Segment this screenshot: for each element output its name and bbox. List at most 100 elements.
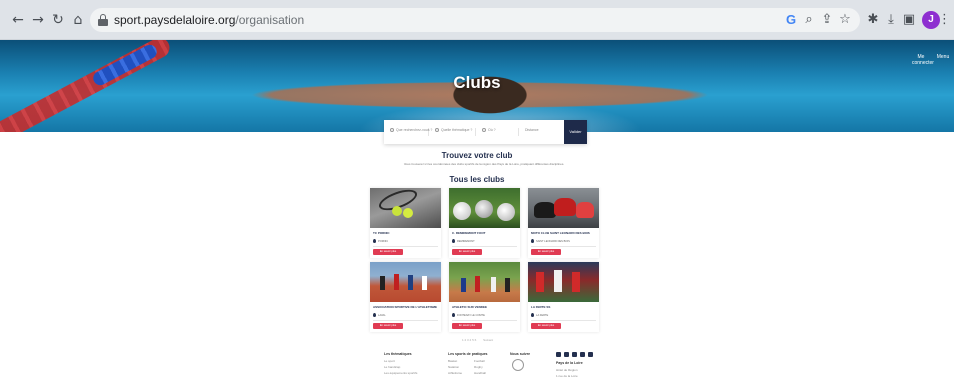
divider <box>531 320 596 321</box>
forward-icon[interactable]: → <box>30 12 46 28</box>
club-card[interactable]: C. REMIREMONT FOOT REMIREMONT En savoir … <box>449 188 520 258</box>
search-submit-button[interactable]: Valider <box>564 120 587 144</box>
more-button[interactable]: En savoir plus <box>452 323 482 329</box>
search-icon <box>390 128 394 133</box>
twitter-icon[interactable] <box>564 352 569 357</box>
club-location: SAINT LEONARD DES BOIS <box>536 240 570 243</box>
footer-link[interactable]: Handball <box>474 371 486 375</box>
search-distance-field[interactable]: Distance <box>519 128 564 136</box>
extensions-icon[interactable]: ✱ <box>864 11 882 29</box>
page-link[interactable]: 4 <box>470 338 472 342</box>
club-card[interactable]: LA FERTE SS LA FERTE En savoir plus <box>528 262 599 332</box>
next-page-link[interactable]: Suivant <box>483 338 493 342</box>
menu-link[interactable]: Menu <box>936 54 950 60</box>
reload-icon[interactable]: ↻ <box>50 12 66 28</box>
divider <box>452 246 517 247</box>
star-icon[interactable]: ☆ <box>836 11 854 29</box>
club-name: ASSOCIATION SPORTIVE DE L'ATHLETISME <box>373 305 437 309</box>
page-link[interactable]: 2 <box>465 338 467 342</box>
search-what-field[interactable]: Que recherchez-vous ? <box>384 128 432 136</box>
facebook-icon[interactable] <box>556 352 561 357</box>
footer-col-follow: Nous suivre <box>510 352 530 371</box>
footer-link[interactable]: Athlétisme <box>448 371 462 375</box>
footer-heading: Pays de la Loire <box>556 361 583 365</box>
footer-heading: Les sports de pratiques <box>448 352 488 356</box>
more-button[interactable]: En savoir plus <box>452 249 482 255</box>
more-button[interactable]: En savoir plus <box>373 249 403 255</box>
club-location: LAVAL <box>378 314 386 317</box>
divider <box>452 320 517 321</box>
club-card[interactable]: ATHLETIC SUD VENDEE FONTENAY LE COMTE En… <box>449 262 520 332</box>
footer-link[interactable]: Le handicap <box>384 365 417 369</box>
footer-heading: Nous suivre <box>510 352 531 356</box>
pin-icon <box>452 239 455 243</box>
download-icon[interactable]: ⤓ <box>882 11 900 29</box>
footer: Les thématiques Le sport Le handicap Les… <box>372 352 602 383</box>
share-icon[interactable]: ⇪ <box>818 11 836 29</box>
divider <box>373 320 438 321</box>
footer-text: 1 rue de la Loire <box>556 374 578 378</box>
pin-icon <box>373 313 376 317</box>
club-name: C. REMIREMONT FOOT <box>452 231 486 235</box>
home-icon[interactable]: ⌂ <box>70 12 86 28</box>
club-name: LA FERTE SS <box>531 305 551 309</box>
search-theme-field[interactable]: Quelle thématique ? <box>429 128 476 136</box>
footer-link[interactable]: Natation <box>448 365 462 369</box>
club-image-running <box>449 262 520 302</box>
club-location: FONTENAY LE COMTE <box>457 314 485 317</box>
club-name: TC PORNIC <box>373 231 390 235</box>
youtube-icon[interactable] <box>588 352 593 357</box>
login-link[interactable]: Me connecter <box>912 54 934 66</box>
club-image-football <box>449 188 520 228</box>
footer-link[interactable]: Basket <box>448 359 462 363</box>
footer-heading: Les thématiques <box>384 352 412 356</box>
footer-link[interactable]: Le sport <box>384 359 417 363</box>
menu-icon[interactable]: ⋮ <box>938 11 951 29</box>
page-title: Clubs <box>453 73 501 92</box>
url-text: sport.paysdelaloire.org/organisation <box>114 13 305 27</box>
club-image-tennis <box>370 188 441 228</box>
zoom-icon[interactable]: ⌕ <box>800 11 818 29</box>
page-link[interactable]: 6 <box>475 338 477 342</box>
footer-link[interactable]: Rugby <box>474 365 486 369</box>
lock-icon <box>98 14 108 26</box>
instagram-icon[interactable] <box>572 352 577 357</box>
club-card[interactable]: MOTO CLUB SAINT LEONARD DES BOIS SAINT L… <box>528 188 599 258</box>
theme-icon <box>435 128 439 133</box>
club-card[interactable]: TC PORNIC PORNIC En savoir plus <box>370 188 441 258</box>
club-name: MOTO CLUB SAINT LEONARD DES BOIS <box>531 231 590 235</box>
more-button[interactable]: En savoir plus <box>531 323 561 329</box>
badge-icon <box>512 359 524 371</box>
all-clubs-heading: Tous les clubs <box>449 175 505 184</box>
search-bar: Que recherchez-vous ? Quelle thématique … <box>384 120 587 144</box>
back-icon[interactable]: ← <box>10 12 26 28</box>
google-icon[interactable]: G <box>782 11 800 29</box>
footer-col-region: Pays de la Loire Hôtel de Région 1 rue d… <box>556 352 596 380</box>
sidepanel-icon[interactable]: ▣ <box>900 11 918 29</box>
pin-icon <box>373 239 376 243</box>
address-bar[interactable]: sport.paysdelaloire.org/organisation <box>90 8 860 32</box>
linkedin-icon[interactable] <box>580 352 585 357</box>
pagination: 1 2 3 4 5 6 Suivant <box>462 338 493 342</box>
page-link[interactable]: 1 <box>462 338 464 342</box>
more-button[interactable]: En savoir plus <box>373 323 403 329</box>
more-button[interactable]: En savoir plus <box>531 249 561 255</box>
club-location: REMIREMONT <box>457 240 475 243</box>
social-links <box>556 352 596 358</box>
divider <box>531 246 596 247</box>
club-location: PORNIC <box>378 240 389 243</box>
page-link[interactable]: 5 <box>472 338 474 342</box>
club-card[interactable]: ASSOCIATION SPORTIVE DE L'ATHLETISME LAV… <box>370 262 441 332</box>
pin-icon <box>531 239 534 243</box>
club-image-athletics <box>370 262 441 302</box>
page-link[interactable]: 3 <box>467 338 469 342</box>
intro-text: Vous trouverez ici les coordonnées des c… <box>403 162 565 166</box>
divider <box>373 246 438 247</box>
search-where-field[interactable]: Où ? <box>476 128 519 136</box>
club-location: LA FERTE <box>536 314 549 317</box>
location-icon <box>482 128 486 133</box>
browser-toolbar: ← → ↻ ⌂ sport.paysdelaloire.org/organisa… <box>0 0 954 40</box>
footer-col-sports: Les sports de pratiques Basket Natation … <box>448 352 487 377</box>
footer-link[interactable]: Football <box>474 359 486 363</box>
footer-link[interactable]: Les équipements sportifs <box>384 371 417 375</box>
